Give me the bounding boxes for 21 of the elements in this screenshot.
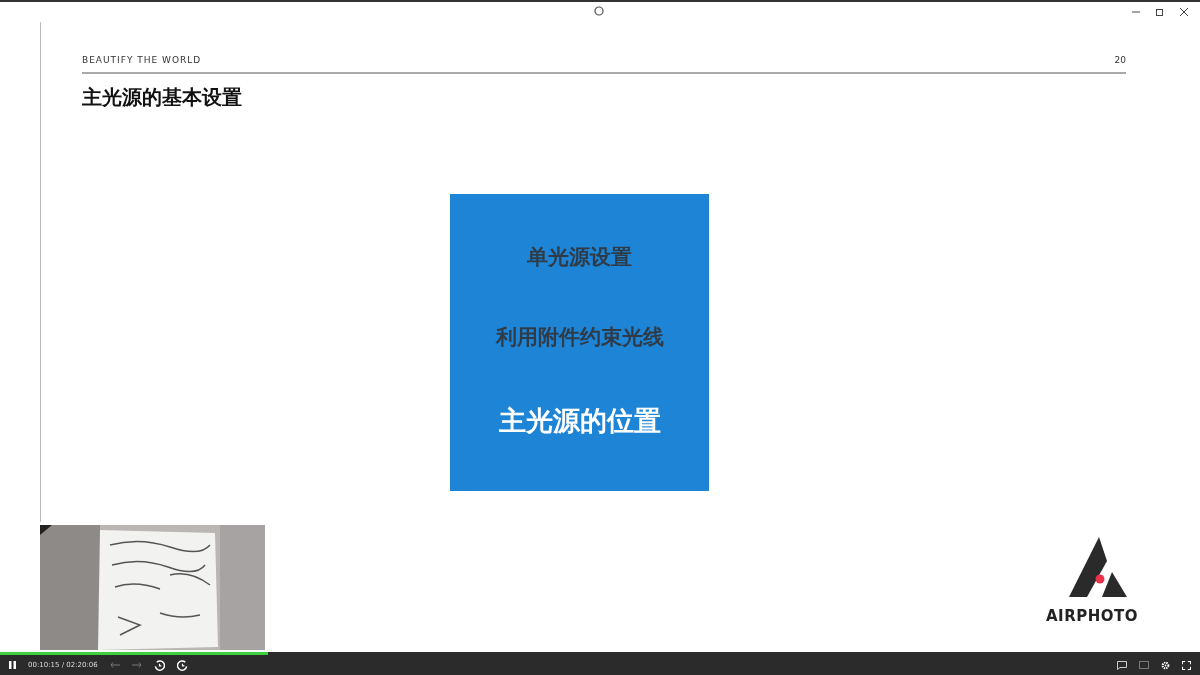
settings-icon[interactable] xyxy=(1161,660,1170,670)
forward-arrow-icon[interactable] xyxy=(131,662,142,668)
logo-text: AIRPHOTO xyxy=(1046,606,1139,627)
slide-header: BEAUTIFY THE WORLD xyxy=(82,54,202,67)
progress-track[interactable] xyxy=(0,652,1200,655)
slide-title: 主光源的基本设置 xyxy=(82,83,243,111)
chat-icon[interactable] xyxy=(1117,660,1127,670)
screen-icon[interactable] xyxy=(1139,661,1149,669)
rewind-icon[interactable] xyxy=(153,659,165,671)
restore-icon[interactable] xyxy=(1156,8,1164,16)
pause-icon[interactable] xyxy=(9,661,16,669)
page-number: 20 xyxy=(1114,54,1126,67)
minimize-icon[interactable] xyxy=(1132,8,1140,16)
fast-forward-icon[interactable] xyxy=(176,659,188,671)
menu-item[interactable]: 利用附件约束光线 xyxy=(495,321,664,354)
menu-item[interactable]: 主光源的位置 xyxy=(498,401,661,442)
loading-icon xyxy=(594,6,604,16)
close-icon[interactable] xyxy=(1180,8,1188,16)
menu-item[interactable]: 单光源设置 xyxy=(527,242,632,274)
back-arrow-icon[interactable] xyxy=(109,662,120,668)
fullscreen-icon[interactable] xyxy=(1182,660,1191,670)
